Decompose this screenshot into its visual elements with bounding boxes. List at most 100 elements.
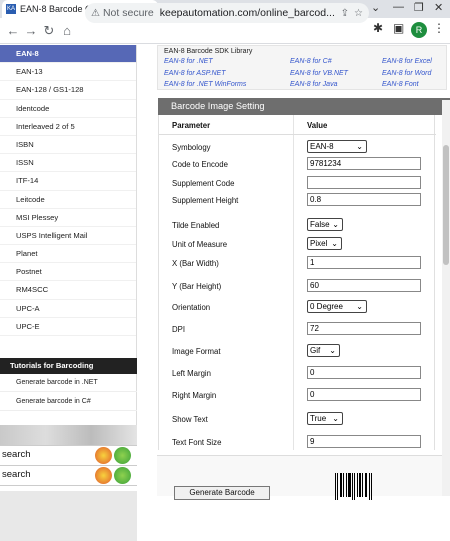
sidebar-item-isbn[interactable]: ISBN	[0, 136, 136, 155]
bar-width-label: X (Bar Width)	[172, 259, 219, 268]
url-text[interactable]: keepautomation.com/online_barcod...	[160, 7, 336, 19]
sdk-link[interactable]: EAN-8 Font	[382, 81, 419, 88]
show-text-label: Show Text	[172, 415, 208, 424]
code-to-encode-label: Code to Encode	[172, 160, 228, 169]
sidebar-item-postnet[interactable]: Postnet	[0, 263, 136, 282]
tilde-enabled-value: False	[310, 220, 330, 229]
image-format-label: Image Format	[172, 347, 221, 356]
image-format-select[interactable]: Gif ⌄	[307, 344, 340, 357]
supplement-height-input[interactable]: 0.8	[307, 193, 421, 206]
tab-search-chevron-icon[interactable]: ⌄	[371, 1, 380, 14]
show-text-value: True	[310, 414, 327, 423]
chevron-down-icon: ⌄	[331, 239, 338, 248]
show-text-select[interactable]: True ⌄	[307, 412, 343, 425]
sdk-link[interactable]: EAN-8 for C#	[290, 58, 332, 65]
page-scrollbar[interactable]	[442, 100, 450, 496]
chevron-down-icon: ⌄	[332, 220, 339, 229]
unit-of-measure-label: Unit of Measure	[172, 240, 228, 249]
restore-icon[interactable]: ❐	[414, 1, 424, 14]
text-font-size-label: Text Font Size	[172, 438, 222, 447]
header-divider	[159, 134, 436, 135]
side-panel-icon[interactable]: ▣	[393, 21, 404, 35]
tutorial-link-csharp[interactable]: Generate barcode in C#	[0, 393, 137, 411]
bookmark-star-icon[interactable]: ☆	[354, 8, 363, 19]
dpi-label: DPI	[172, 325, 185, 334]
sidebar-item-usps-intelligent-mail[interactable]: USPS Intelligent Mail	[0, 227, 136, 246]
sdk-link[interactable]: EAN-8 for .NET WinForms	[164, 81, 246, 88]
sdk-link[interactable]: EAN-8 for VB.NET	[290, 70, 348, 77]
sidebar-item-upc-e[interactable]: UPC-E	[0, 318, 136, 336]
sdk-link[interactable]: EAN-8 for Excel	[382, 58, 432, 65]
right-margin-input[interactable]: 0	[307, 388, 421, 401]
barcode-settings-heading: Barcode Image Setting	[158, 98, 450, 115]
chevron-down-icon: ⌄	[356, 302, 363, 311]
barcode-type-sidebar: EAN-8 EAN-13 EAN-128 / GS1-128 Identcode Int…	[0, 45, 137, 541]
home-icon[interactable]: ⌂	[58, 23, 76, 38]
bar-height-input[interactable]: 60	[307, 279, 421, 292]
sidebar-item-interleaved-2-of-5[interactable]: Interleaved 2 of 5	[0, 118, 136, 136]
extensions-puzzle-icon[interactable]: ✱	[373, 21, 383, 35]
bar-width-input[interactable]: 1	[307, 256, 421, 269]
close-window-icon[interactable]: ✕	[434, 1, 443, 14]
sdk-link[interactable]: EAN-8 for .NET	[164, 58, 213, 65]
tutorials-heading: Tutorials for Barcoding	[0, 358, 137, 374]
code-to-encode-input[interactable]: 9781234	[307, 157, 421, 170]
sdk-link[interactable]: EAN-8 for Java	[290, 81, 337, 88]
back-arrow-icon[interactable]: ←	[4, 23, 22, 38]
barcode-settings-form: Parameter Value Symbology EAN-8 ⌄ Code to…	[158, 115, 436, 450]
orientation-select[interactable]: 0 Degree ⌄	[307, 300, 367, 313]
sidebar-item-identcode[interactable]: Identcode	[0, 100, 136, 118]
tilde-enabled-select[interactable]: False ⌄	[307, 218, 343, 231]
main-content: EAN-8 Barcode SDK Library EAN-8 for .NET…	[137, 45, 450, 500]
share-icon[interactable]: ⇪	[341, 8, 349, 19]
symbology-value: EAN-8	[310, 142, 334, 151]
text-font-size-input[interactable]: 9	[307, 435, 421, 448]
symbology-label: Symbology	[172, 143, 211, 152]
site-favicon-icon: KA	[6, 4, 16, 14]
sidebar-item-ean-8[interactable]: EAN-8	[0, 45, 136, 64]
profile-avatar[interactable]: R	[411, 22, 427, 38]
sdk-link[interactable]: EAN-8 for Word	[382, 70, 431, 77]
chevron-down-icon: ⌄	[332, 414, 339, 423]
sidebar-item-ean-13[interactable]: EAN-13	[0, 63, 136, 82]
reload-icon[interactable]: ↻	[40, 23, 58, 39]
sidebar-item-ean-128-gs1-128[interactable]: EAN-128 / GS1-128	[0, 81, 136, 100]
sidebar-item-upc-a[interactable]: UPC-A	[0, 300, 136, 318]
ad-ball-icon	[114, 447, 131, 464]
sidebar-item-leitcode[interactable]: Leitcode	[0, 191, 136, 209]
left-margin-input[interactable]: 0	[307, 366, 421, 379]
minimize-icon[interactable]: —	[393, 1, 404, 13]
url-bar[interactable]: ⚠ Not secure keepautomation.com/online_b…	[85, 3, 369, 23]
tilde-enabled-label: Tilde Enabled	[172, 221, 220, 230]
right-margin-label: Right Margin	[172, 391, 217, 400]
sidebar-item-msi-plessey[interactable]: MSI Plessey	[0, 209, 136, 227]
not-secure-label: Not secure	[102, 7, 154, 19]
symbology-select[interactable]: EAN-8 ⌄	[307, 140, 367, 153]
sidebar-item-itf-14[interactable]: ITF-14	[0, 172, 136, 191]
sidebar-item-planet[interactable]: Planet	[0, 245, 136, 264]
sdk-link[interactable]: EAN-8 for ASP.NET	[164, 70, 225, 77]
generate-barcode-button[interactable]: Generate Barcode	[174, 486, 270, 500]
supplement-code-label: Supplement Code	[172, 179, 235, 188]
unit-of-measure-select[interactable]: Pixel ⌄	[307, 237, 342, 250]
sidebar-item-rm4scc[interactable]: RM4SCC	[0, 281, 136, 300]
supplement-height-label: Supplement Height	[172, 196, 239, 205]
ad-banner-image[interactable]	[0, 425, 137, 445]
ad-search-row[interactable]: search	[0, 445, 137, 465]
scrollbar-thumb[interactable]	[443, 145, 449, 265]
column-divider	[293, 115, 294, 450]
ad-magnifier-icon	[95, 447, 112, 464]
tutorial-link-net[interactable]: Generate barcode in .NET	[0, 374, 137, 392]
barcode-type-list: EAN-8 EAN-13 EAN-128 / GS1-128 Identcode Int…	[0, 45, 136, 336]
forward-arrow-icon[interactable]: →	[22, 23, 40, 38]
warning-triangle-icon: ⚠	[91, 7, 100, 19]
supplement-code-input[interactable]	[307, 176, 421, 189]
dpi-input[interactable]: 72	[307, 322, 421, 335]
ad-panel: search search	[0, 425, 137, 541]
ad-magnifier-icon	[95, 467, 112, 484]
ad-search-row[interactable]: search	[0, 465, 137, 485]
generate-section: Generate Barcode	[157, 455, 450, 500]
sidebar-item-issn[interactable]: ISSN	[0, 154, 136, 173]
ad-search-label: search	[2, 469, 31, 480]
more-menu-icon[interactable]: ⋮	[433, 21, 445, 35]
